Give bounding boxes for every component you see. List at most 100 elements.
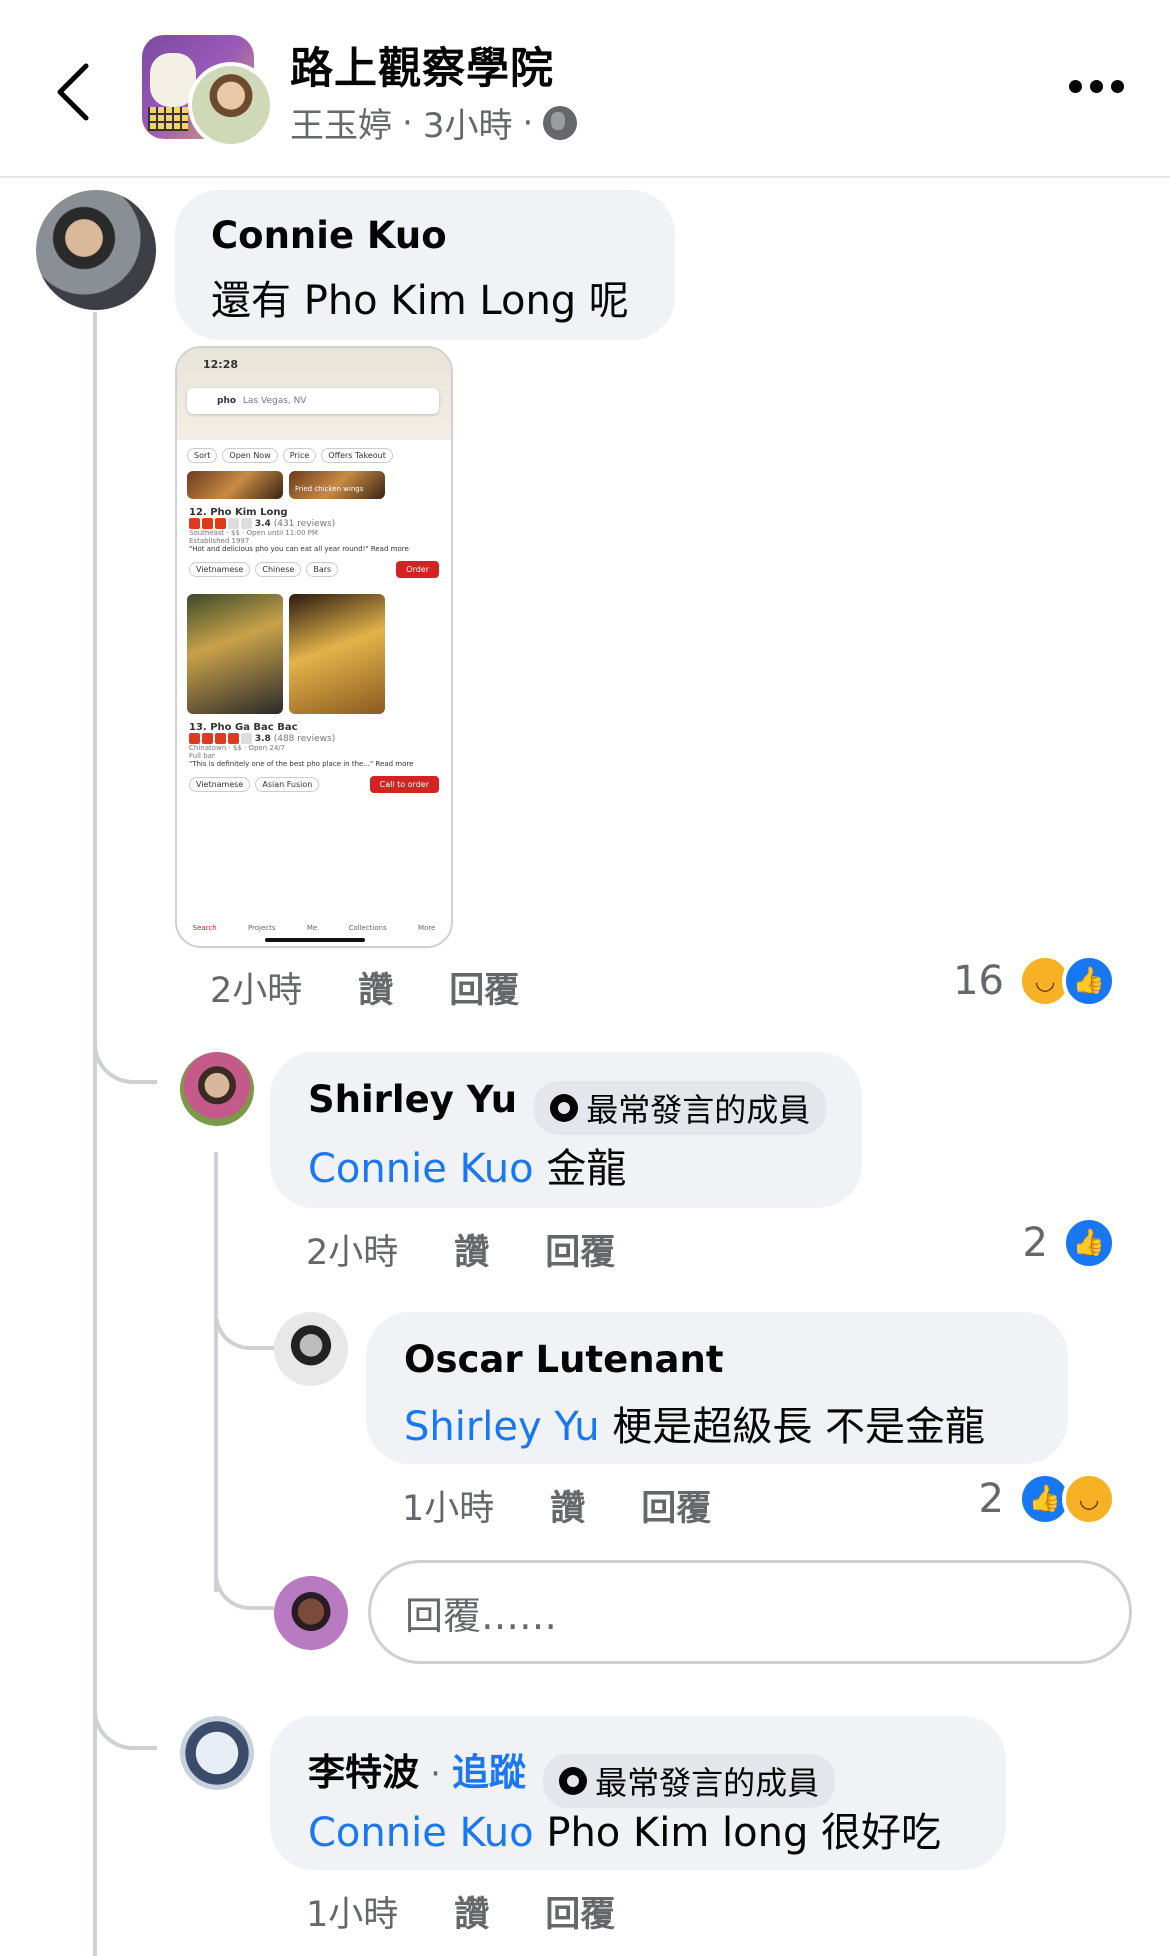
mention-link[interactable]: Connie Kuo <box>308 1146 534 1192</box>
top-contributor-badge[interactable]: 最常發言的成員 <box>534 1080 827 1135</box>
comment-text: 還有 Pho Kim Long 呢 <box>211 278 629 324</box>
avatar-li-te-bo[interactable] <box>180 1716 254 1790</box>
comment-time[interactable]: 1小時 <box>402 1480 494 1531</box>
search-bar: pho Las Vegas, NV <box>187 388 439 414</box>
search-term: pho <box>217 396 237 406</box>
more-dots-icon[interactable] <box>1069 80 1124 93</box>
order-button: Call to order <box>369 776 439 793</box>
comment-body: Pho Kim long 很好吃 <box>546 1810 942 1856</box>
reply-button[interactable]: 回覆 <box>641 1480 711 1531</box>
result-rating: 3.8 <box>254 734 271 744</box>
like-button[interactable]: 讚 <box>358 962 393 1013</box>
comment-time[interactable]: 2小時 <box>306 1224 398 1275</box>
home-indicator <box>265 938 365 942</box>
filter-chips: Sort Open Now Price Offers Takeout <box>177 440 451 471</box>
globe-icon <box>543 105 578 140</box>
avatar-shirley-yu[interactable] <box>180 1052 254 1126</box>
result-rating: 3.4 <box>254 519 271 529</box>
comment-text: Connie Kuo 金龍 <box>308 1136 626 1194</box>
result-tags: Vietnamese Asian Fusion Call to order <box>177 770 451 799</box>
commenter-name[interactable]: 李特波 <box>308 1751 419 1794</box>
commenter-name[interactable]: Oscar Lutenant <box>404 1338 724 1381</box>
follow-button[interactable]: 追蹤 <box>452 1751 526 1794</box>
comment-header: Shirley Yu 最常發言的成員 <box>308 1078 827 1135</box>
result-photos: Fried chicken wings <box>177 471 451 499</box>
post-time[interactable]: 3小時 <box>423 98 513 147</box>
reply-button[interactable]: 回覆 <box>449 962 519 1013</box>
commenter-name[interactable]: Shirley Yu <box>308 1078 517 1121</box>
comment-body: 梗是超級長 不是金龍 <box>612 1404 986 1450</box>
reaction-summary[interactable]: 16 ◡ 👍 <box>953 954 1116 1008</box>
tab-more: More <box>418 924 436 932</box>
reply-button[interactable]: 回覆 <box>545 1224 615 1275</box>
badge-label: 最常發言的成員 <box>595 1763 820 1802</box>
filter-chip: Open Now <box>222 448 278 463</box>
like-button[interactable]: 讚 <box>550 1480 585 1531</box>
result-tags: Vietnamese Chinese Bars Order <box>177 555 451 584</box>
post-header: 路上觀察學院 王玉婷 · 3小時 · <box>0 0 1170 178</box>
tab-collections: Collections <box>348 924 387 932</box>
separator: · <box>402 102 413 143</box>
thread-branch <box>93 1686 157 1750</box>
tab-projects: Projects <box>247 924 276 932</box>
tag: Asian Fusion <box>255 777 320 792</box>
mention-link[interactable]: Connie Kuo <box>308 1810 534 1856</box>
reaction-count: 2 <box>1022 1220 1048 1266</box>
map-area: 12:28 pho Las Vegas, NV <box>177 348 451 440</box>
reply-input[interactable]: 回覆…… <box>368 1560 1132 1664</box>
comment-actions: 2小時 讚 回覆 <box>306 1224 615 1275</box>
result-reviews: (431 reviews) <box>273 519 336 529</box>
food-photo <box>187 594 283 714</box>
tag: Vietnamese <box>189 562 251 577</box>
comment-text: Shirley Yu 梗是超級長 不是金龍 <box>404 1394 985 1452</box>
avatar-connie-kuo[interactable] <box>36 190 156 310</box>
chevron-left-icon[interactable] <box>48 62 98 122</box>
tab-me: Me <box>306 924 318 932</box>
badge-icon <box>559 1766 588 1795</box>
comment-bubble: Shirley Yu 最常發言的成員 Connie Kuo 金龍 <box>270 1052 862 1208</box>
thread-line <box>214 1152 218 1592</box>
reply-button[interactable]: 回覆 <box>545 1886 615 1937</box>
comment-time[interactable]: 2小時 <box>210 962 302 1013</box>
result-photos <box>177 594 451 714</box>
author-avatar[interactable] <box>188 62 274 148</box>
comment-text: Connie Kuo Pho Kim long 很好吃 <box>308 1800 941 1858</box>
separator: · <box>522 102 534 143</box>
result-reviews: (488 reviews) <box>273 734 336 744</box>
group-name[interactable]: 路上觀察學院 <box>290 34 554 96</box>
reaction-summary[interactable]: 2 👍 ◡ <box>979 1472 1116 1526</box>
comment-header: 李特波 · 追蹤 最常發言的成員 <box>308 1742 836 1808</box>
tag: Bars <box>306 562 339 577</box>
tag: Chinese <box>255 562 302 577</box>
filter-chip: Sort <box>187 448 218 463</box>
comment-bubble: Connie Kuo 還有 Pho Kim Long 呢 <box>175 190 675 340</box>
reaction-summary[interactable]: 2 👍 <box>1023 1216 1116 1270</box>
comment-bubble: Oscar Lutenant Shirley Yu 梗是超級長 不是金龍 <box>366 1312 1068 1464</box>
badge-label: 最常發言的成員 <box>586 1090 811 1129</box>
result-extra: Established 1997 <box>189 537 250 545</box>
comment-time[interactable]: 1小時 <box>306 1886 398 1937</box>
like-button[interactable]: 讚 <box>454 1224 489 1275</box>
commenter-name[interactable]: Connie Kuo <box>211 214 447 257</box>
result-title: 13. Pho Ga Bac Bac <box>189 722 298 733</box>
food-photo <box>289 594 385 714</box>
result-item: 13. Pho Ga Bac Bac 3.8 (488 reviews) Chi… <box>177 720 451 770</box>
result-extra: Full bar <box>189 752 215 760</box>
food-photo <box>187 471 283 499</box>
thread-branch <box>214 1550 274 1610</box>
rating-stars <box>189 518 252 529</box>
tab-search: Search <box>192 924 217 932</box>
current-user-avatar <box>274 1576 348 1650</box>
result-quote: "Hot and delicious pho you can eat all y… <box>189 545 409 553</box>
comment-actions: 1小時 讚 回覆 <box>402 1480 711 1531</box>
result-quote: "This is definitely one of the best pho … <box>189 760 414 768</box>
status-time: 12:28 <box>203 358 239 371</box>
result-item: 12. Pho Kim Long 3.4 (431 reviews) South… <box>177 505 451 555</box>
author-name[interactable]: 王玉婷 <box>290 98 392 147</box>
comment-image[interactable]: 12:28 pho Las Vegas, NV Sort Open Now Pr… <box>175 346 453 948</box>
food-photo: Fried chicken wings <box>289 471 385 499</box>
filter-chip: Offers Takeout <box>321 448 393 463</box>
avatar-oscar-lutenant[interactable] <box>274 1312 348 1386</box>
like-button[interactable]: 讚 <box>454 1886 489 1937</box>
mention-link[interactable]: Shirley Yu <box>404 1404 600 1450</box>
